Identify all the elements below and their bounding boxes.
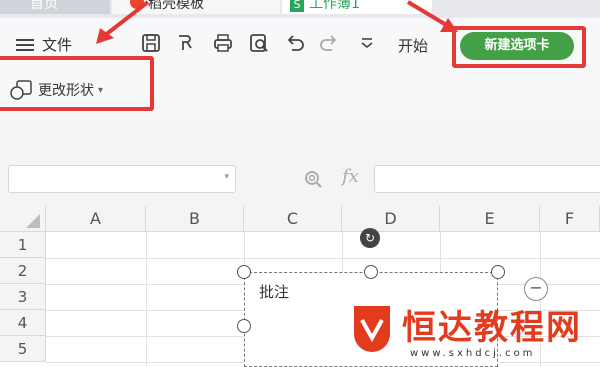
row-header[interactable]: 4 bbox=[0, 310, 46, 336]
column-header[interactable]: B bbox=[146, 206, 244, 232]
column-header[interactable]: D bbox=[342, 206, 440, 232]
row-header[interactable]: 2 bbox=[0, 258, 46, 284]
watermark-url: www.sxhdcj.com bbox=[410, 348, 536, 359]
column-header[interactable]: C bbox=[244, 206, 342, 232]
formula-input[interactable] bbox=[374, 165, 600, 193]
column-header[interactable]: F bbox=[540, 206, 600, 232]
resize-handle[interactable] bbox=[491, 265, 505, 279]
column-header[interactable]: A bbox=[46, 206, 146, 232]
zoom-icon[interactable] bbox=[302, 168, 324, 190]
select-all-corner[interactable] bbox=[0, 206, 46, 232]
resize-handle[interactable] bbox=[364, 265, 378, 279]
resize-handle[interactable] bbox=[237, 319, 251, 333]
rotate-handle-icon[interactable]: ↻ bbox=[360, 228, 380, 248]
row-header[interactable]: 5 bbox=[0, 336, 46, 362]
row-header[interactable]: 3 bbox=[0, 284, 46, 310]
formula-bar: ▾ fx bbox=[0, 162, 600, 202]
annotation-arrows bbox=[96, 0, 458, 44]
chevron-down-icon: ▾ bbox=[224, 172, 229, 182]
grid-line bbox=[46, 258, 600, 259]
row-header[interactable]: 1 bbox=[0, 232, 46, 258]
ribbon-gap bbox=[0, 120, 600, 162]
resize-handle[interactable] bbox=[237, 265, 251, 279]
fx-icon[interactable]: fx bbox=[342, 166, 359, 187]
watermark: 恒达教程网 www.sxhdcj.com bbox=[350, 296, 600, 367]
grid-line bbox=[146, 232, 147, 367]
watermark-logo-icon bbox=[354, 306, 390, 352]
comment-text[interactable]: 批注 bbox=[259, 281, 289, 302]
column-header[interactable]: E bbox=[440, 206, 540, 232]
watermark-title: 恒达教程网 bbox=[402, 308, 582, 348]
name-box[interactable]: ▾ bbox=[8, 165, 236, 193]
